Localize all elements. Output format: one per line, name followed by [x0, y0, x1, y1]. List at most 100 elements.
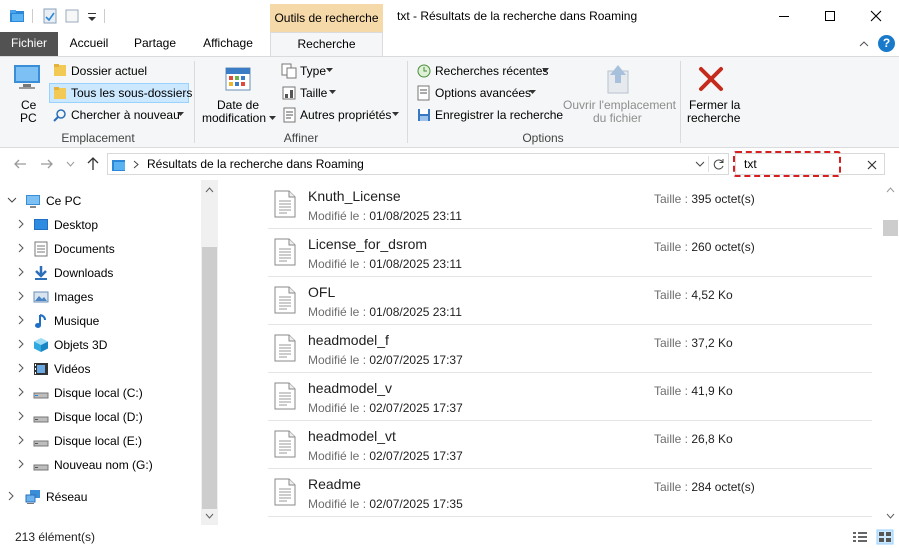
address-dropdown-icon[interactable] [695, 161, 705, 168]
nav-item-this-pc[interactable]: Ce PC [0, 189, 200, 213]
collapsed-chevron-icon[interactable] [16, 411, 26, 421]
nav-item-documents[interactable]: Documents [0, 237, 200, 261]
recent-searches-button[interactable]: Recherches récentes [435, 64, 548, 78]
collapsed-chevron-icon[interactable] [16, 267, 26, 277]
breadcrumb-chevron-icon[interactable] [133, 160, 139, 169]
tab-file[interactable]: Fichier [0, 32, 58, 56]
result-row[interactable]: License_for_dsrom Modifié le : 01/08/2025… [268, 229, 872, 277]
nav-item-downloads[interactable]: Downloads [0, 261, 200, 285]
result-row[interactable]: Readme Modifié le : 02/07/2025 17:35 Taill… [268, 469, 872, 517]
nav-item-network[interactable]: Réseau [0, 485, 200, 509]
recent-locations-icon[interactable] [66, 161, 75, 167]
nav-item-drive-g[interactable]: Nouveau nom (G:) [0, 453, 200, 477]
forward-arrow-icon[interactable] [40, 158, 54, 170]
type-filter-button[interactable]: Type [300, 64, 326, 78]
collapsed-chevron-icon[interactable] [16, 243, 26, 253]
minimize-button[interactable] [761, 0, 807, 32]
back-arrow-icon[interactable] [13, 158, 27, 170]
advanced-options-button[interactable]: Options avancées [435, 86, 531, 100]
size-value: 37,2 Ko [691, 336, 733, 350]
dropdown-arrow-icon [529, 90, 536, 94]
tab-share[interactable]: Partage [124, 32, 186, 56]
status-bar: 213 élément(s) [0, 525, 899, 549]
file-name[interactable]: Readme [308, 476, 361, 492]
file-name[interactable]: Knuth_License [308, 188, 401, 204]
modified-prefix: Modifié le : [308, 497, 370, 511]
nav-label: Downloads [54, 266, 114, 280]
close-window-button[interactable] [853, 0, 899, 32]
other-properties-button[interactable]: Autres propriétés [300, 108, 391, 122]
scroll-down-icon[interactable] [886, 513, 895, 519]
result-row[interactable]: headmodel_v Modifié le : 02/07/2025 17:37… [268, 373, 872, 421]
collapse-ribbon-icon[interactable] [858, 39, 870, 49]
expanded-chevron-icon[interactable] [7, 197, 17, 205]
result-row[interactable]: OFL Modifié le : 01/08/2025 23:11 Taille :… [268, 277, 872, 325]
music-icon [35, 314, 46, 328]
videos-icon [34, 363, 48, 375]
file-name[interactable]: OFL [308, 284, 335, 300]
size-filter-button[interactable]: Taille [300, 86, 327, 100]
computer-icon [26, 195, 40, 208]
maximize-button[interactable] [807, 0, 853, 32]
drive-icon [33, 392, 49, 399]
collapsed-chevron-icon[interactable] [6, 491, 16, 501]
this-pc-label-2: PC [20, 111, 37, 125]
nav-item-music[interactable]: Musique [0, 309, 200, 333]
nav-item-drive-e[interactable]: Disque local (E:) [0, 429, 200, 453]
size-prefix: Taille : [654, 480, 692, 494]
nav-item-images[interactable]: Images [0, 285, 200, 309]
search-again-button[interactable]: Chercher à nouveau [71, 108, 180, 122]
file-name[interactable]: headmodel_f [308, 332, 389, 348]
address-box[interactable]: Résultats de la recherche dans Roaming [107, 153, 729, 175]
file-name[interactable]: License_for_dsrom [308, 236, 427, 252]
file-name[interactable]: headmodel_vt [308, 428, 396, 444]
content-scrollbar[interactable] [882, 180, 899, 525]
size-prefix: Taille : [654, 432, 692, 446]
tab-search[interactable]: Recherche [270, 32, 383, 57]
nav-item-videos[interactable]: Vidéos [0, 357, 200, 381]
collapsed-chevron-icon[interactable] [16, 363, 26, 373]
this-pc-button[interactable]: Ce [21, 98, 36, 112]
result-row[interactable]: Knuth_License Modifié le : 01/08/2025 23:… [268, 181, 872, 229]
new-folder-icon[interactable] [64, 8, 80, 24]
refresh-icon[interactable] [712, 158, 725, 171]
date-modified-button[interactable]: Date de [217, 98, 259, 112]
collapsed-chevron-icon[interactable] [16, 219, 26, 229]
nav-item-3d-objects[interactable]: Objets 3D [0, 333, 200, 357]
clear-search-icon[interactable] [867, 160, 877, 170]
nav-label: Vidéos [54, 362, 91, 376]
content-scroll-thumb[interactable] [883, 220, 898, 236]
current-folder-button[interactable]: Dossier actuel [71, 64, 147, 78]
scroll-down-icon[interactable] [205, 513, 214, 519]
file-name[interactable]: headmodel_v [308, 380, 392, 396]
nav-scrollbar[interactable] [201, 180, 218, 525]
tab-home[interactable]: Accueil [60, 32, 118, 56]
collapsed-chevron-icon[interactable] [16, 315, 26, 325]
close-search-button[interactable]: Fermer la [689, 98, 740, 112]
address-path[interactable]: Résultats de la recherche dans Roaming [147, 157, 364, 171]
collapsed-chevron-icon[interactable] [16, 459, 26, 469]
collapsed-chevron-icon[interactable] [16, 387, 26, 397]
nav-item-drive-d[interactable]: Disque local (D:) [0, 405, 200, 429]
scroll-up-icon[interactable] [886, 187, 895, 193]
open-file-location-button[interactable]: Ouvrir l'emplacement [563, 98, 676, 112]
save-search-button[interactable]: Enregistrer la recherche [435, 108, 563, 122]
up-arrow-icon[interactable] [86, 156, 100, 171]
large-icons-view-icon[interactable] [876, 529, 894, 545]
help-icon[interactable]: ? [878, 35, 895, 52]
all-subfolders-button[interactable]: Tous les sous-dossiers [71, 86, 192, 100]
result-row[interactable]: headmodel_f Modifié le : 02/07/2025 17:37… [268, 325, 872, 373]
properties-icon[interactable] [42, 8, 58, 24]
details-view-icon[interactable] [852, 530, 868, 544]
nav-item-drive-c[interactable]: Disque local (C:) [0, 381, 200, 405]
tab-view[interactable]: Affichage [192, 32, 264, 56]
nav-item-desktop[interactable]: Desktop [0, 213, 200, 237]
collapsed-chevron-icon[interactable] [16, 339, 26, 349]
scroll-up-icon[interactable] [205, 187, 214, 193]
nav-scroll-thumb[interactable] [202, 247, 217, 509]
customize-toolbar-icon[interactable] [84, 8, 100, 24]
desktop-icon [34, 219, 48, 230]
result-row[interactable]: headmodel_vt Modifié le : 02/07/2025 17:3… [268, 421, 872, 469]
collapsed-chevron-icon[interactable] [16, 291, 26, 301]
collapsed-chevron-icon[interactable] [16, 435, 26, 445]
